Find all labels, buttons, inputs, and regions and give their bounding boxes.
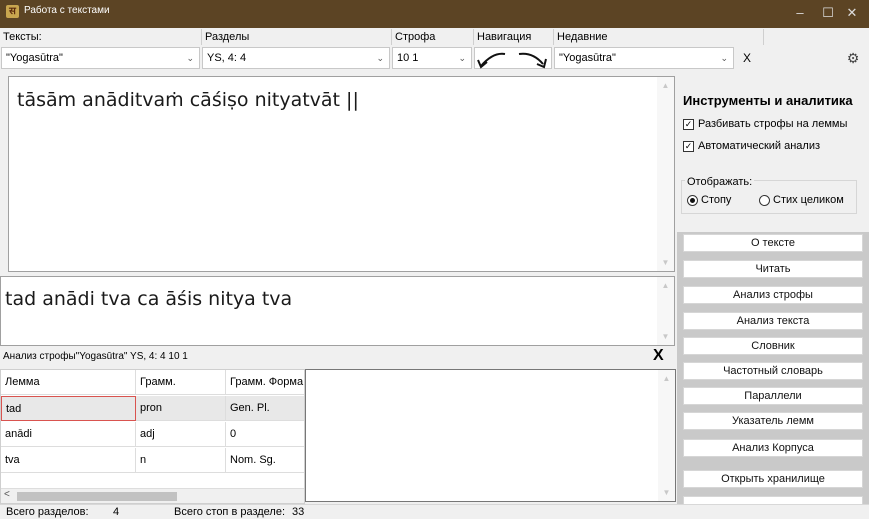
open-repository-button[interactable]: Открыть хранилище <box>683 470 863 488</box>
split-scrollbar[interactable]: ▲ ▼ <box>657 277 674 345</box>
stanza-select[interactable]: 10 1 ⌄ <box>392 47 472 69</box>
scroll-left-icon[interactable]: < <box>4 489 10 500</box>
frequency-dictionary-button[interactable]: Частотный словарь <box>683 362 863 380</box>
scroll-up-icon[interactable]: ▲ <box>657 277 674 294</box>
table-cell-lemma[interactable]: tva <box>1 448 136 473</box>
sections-count-value: 4 <box>113 506 120 518</box>
texts-select[interactable]: "Yogasūtra" ⌄ <box>1 47 200 69</box>
feet-count-value: 33 <box>292 506 305 518</box>
tools-panel: Инструменты и аналитика ✓ Разбивать стро… <box>677 72 869 232</box>
navigation-arrows <box>477 52 547 69</box>
stanza-analysis-button[interactable]: Анализ строфы <box>683 286 863 304</box>
verse-editor[interactable]: tāsām anāditvaṁ cāśiṣo nityatvāt || ▲ ▼ <box>8 76 675 272</box>
status-bar: Всего разделов: 4 Всего стоп в разделе: … <box>0 504 869 519</box>
texts-label: Тексты: <box>0 29 200 45</box>
sections-label: Разделы <box>202 29 390 45</box>
scroll-thumb[interactable] <box>17 492 177 501</box>
scroll-down-icon[interactable]: ▼ <box>657 328 674 345</box>
stanza-label: Строфа <box>392 29 472 45</box>
display-whole-radio[interactable] <box>759 195 770 206</box>
display-foot-label[interactable]: Стопу <box>701 194 731 206</box>
scroll-down-icon[interactable]: ▼ <box>657 254 674 271</box>
table-hscrollbar[interactable]: < <box>1 488 304 503</box>
table-cell-gramm-form[interactable]: 0 <box>226 422 304 447</box>
analysis-caption: Анализ строфы"Yogasūtra" YS, 4: 4 10 1 <box>3 351 188 362</box>
column-header-lemma[interactable]: Лемма <box>1 370 136 395</box>
table-cell-gramm[interactable]: pron <box>136 396 226 421</box>
table-cell-gramm-form[interactable]: Nom. Sg. <box>226 448 304 473</box>
column-header-gramm-form[interactable]: Грамм. Форма <box>226 370 304 395</box>
split-text-editor[interactable]: tad anādi tva ca āśis nitya tva ▲ ▼ <box>0 276 675 346</box>
table-cell-gramm[interactable]: n <box>136 448 226 473</box>
table-cell-gramm-form[interactable]: Gen. Pl. <box>226 396 304 421</box>
lemma-index-button[interactable]: Указатель лемм <box>683 412 863 430</box>
recent-label: Недавние <box>554 29 762 45</box>
navigation-label: Навигация <box>474 29 552 45</box>
tools-heading: Инструменты и аналитика <box>683 93 853 108</box>
verse-scrollbar[interactable]: ▲ ▼ <box>657 77 674 271</box>
chevron-down-icon: ⌄ <box>186 53 194 63</box>
chevron-down-icon: ⌄ <box>376 53 384 63</box>
read-button[interactable]: Читать <box>683 260 863 278</box>
prev-arrow-icon[interactable] <box>477 52 506 69</box>
feet-count-label: Всего стоп в разделе: <box>174 506 286 518</box>
scroll-up-icon[interactable]: ▲ <box>658 370 675 387</box>
sections-select-value: YS, 4: 4 <box>207 52 247 64</box>
table-cell-lemma[interactable]: tad <box>1 396 136 421</box>
sections-count-label: Всего разделов: <box>6 506 89 518</box>
title-bar: स Работа с текстами – ☐ ✕ <box>0 0 869 28</box>
stanza-select-value: 10 1 <box>397 52 419 64</box>
navigation-control <box>474 47 552 69</box>
glossary-button[interactable]: Словник <box>683 337 863 355</box>
cut-off-button[interactable] <box>683 496 863 504</box>
auto-analysis-checkbox[interactable]: ✓ <box>683 141 694 152</box>
next-arrow-icon[interactable] <box>518 52 547 69</box>
analysis-close-button[interactable]: X <box>653 347 664 365</box>
analysis-caption-bar: Анализ строфы"Yogasūtra" YS, 4: 4 10 1 X <box>0 347 677 366</box>
table-cell-gramm[interactable]: adj <box>136 422 226 447</box>
detail-scrollbar[interactable]: ▲ ▼ <box>658 370 675 501</box>
sections-select[interactable]: YS, 4: 4 ⌄ <box>202 47 390 69</box>
split-text: tad anādi tva ca āśis nitya tva <box>5 288 293 310</box>
recent-clear-button[interactable]: X <box>737 49 757 67</box>
close-window-button[interactable]: ✕ <box>835 0 869 28</box>
app-icon: स <box>6 5 19 18</box>
display-foot-radio[interactable] <box>687 195 698 206</box>
analysis-table: Лемма Грамм. Грамм. Форма tad pron Gen. … <box>0 369 305 504</box>
display-groupbox: Отображать: Стопу Стих целиком <box>681 176 857 214</box>
display-whole-label[interactable]: Стих целиком <box>773 194 844 206</box>
parallels-button[interactable]: Параллели <box>683 387 863 405</box>
split-lemmas-checkbox[interactable]: ✓ <box>683 119 694 130</box>
analysis-detail-pane[interactable]: ▲ ▼ <box>305 369 676 502</box>
auto-analysis-label[interactable]: Автоматический анализ <box>698 140 820 152</box>
corpus-analysis-button[interactable]: Анализ Корпуса <box>683 439 863 457</box>
text-analysis-button[interactable]: Анализ текста <box>683 312 863 330</box>
header-divider <box>763 29 764 45</box>
about-text-button[interactable]: О тексте <box>683 234 863 252</box>
texts-select-value: "Yogasūtra" <box>6 52 63 64</box>
window-title: Работа с текстами <box>24 5 110 16</box>
split-lemmas-label[interactable]: Разбивать строфы на леммы <box>698 118 847 130</box>
column-header-gramm[interactable]: Грамм. <box>136 370 226 395</box>
scroll-down-icon[interactable]: ▼ <box>658 484 675 501</box>
table-cell-lemma[interactable]: anādi <box>1 422 136 447</box>
settings-gear-icon[interactable]: ⚙ <box>844 49 862 67</box>
chevron-down-icon: ⌄ <box>720 53 728 63</box>
chevron-down-icon: ⌄ <box>458 53 466 63</box>
recent-select[interactable]: "Yogasūtra" ⌄ <box>554 47 734 69</box>
verse-text: tāsām anāditvaṁ cāśiṣo nityatvāt || <box>17 89 359 111</box>
display-label: Отображать: <box>685 176 755 188</box>
recent-select-value: "Yogasūtra" <box>559 52 616 64</box>
scroll-up-icon[interactable]: ▲ <box>657 77 674 94</box>
